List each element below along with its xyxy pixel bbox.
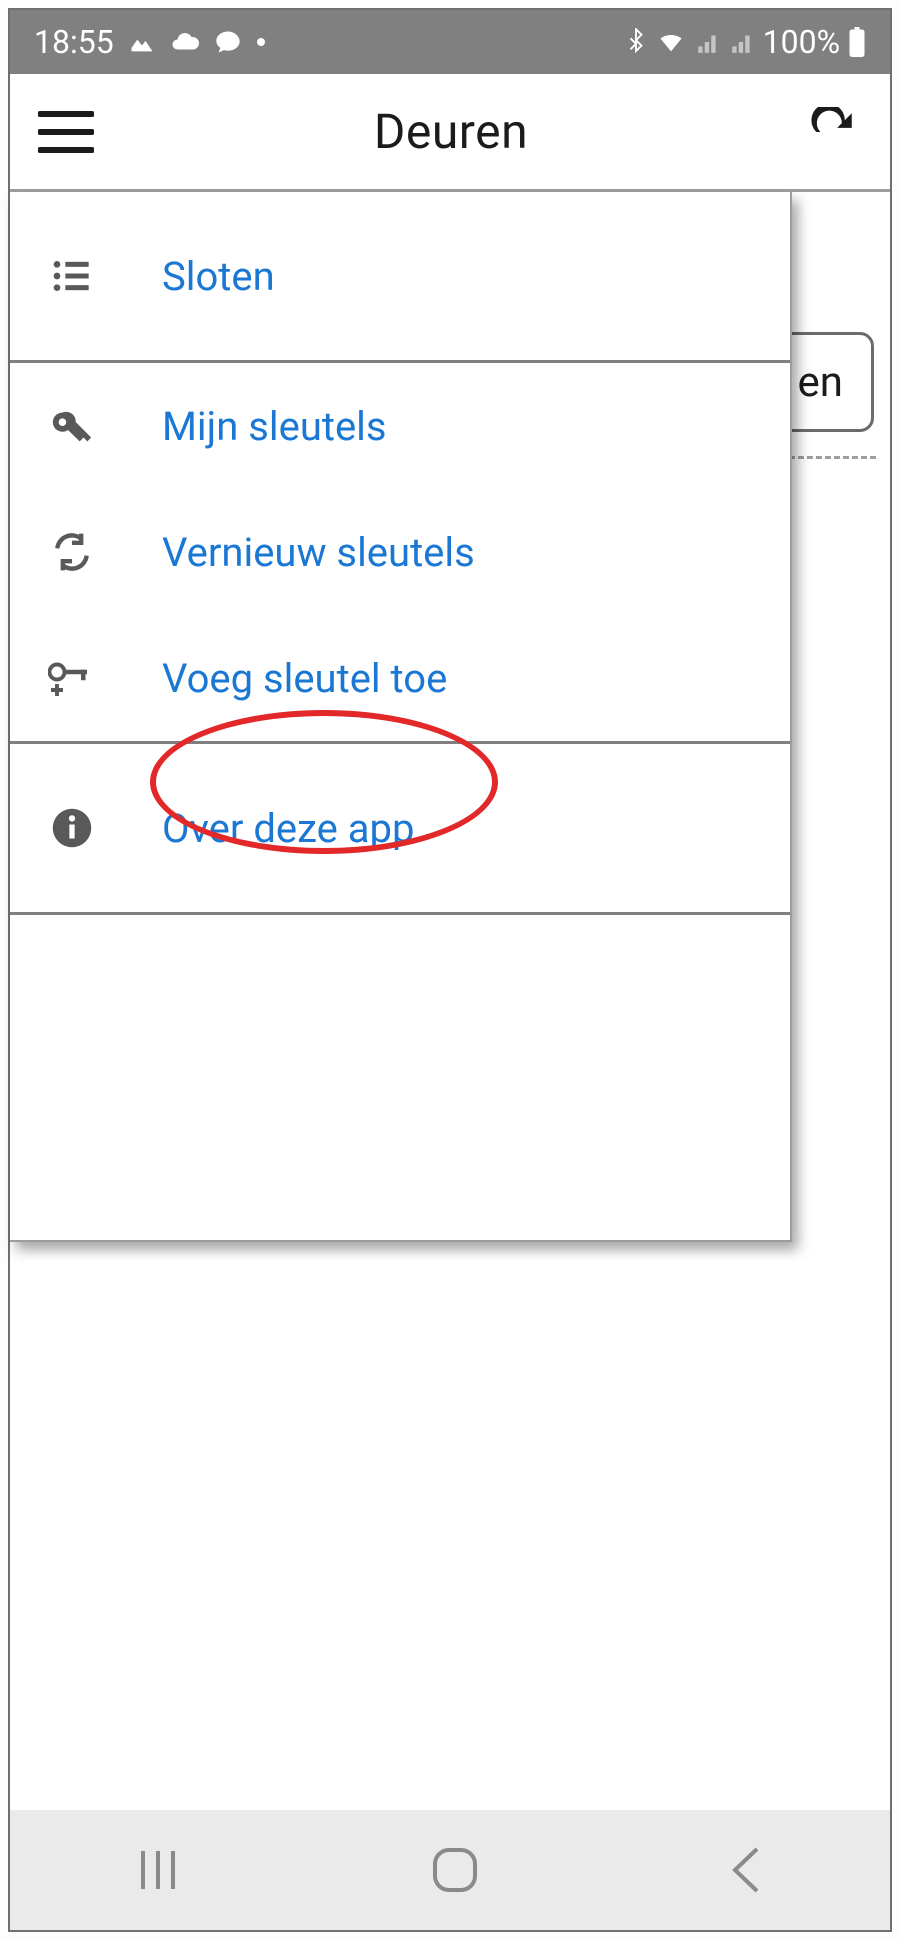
wifi-icon [655, 28, 687, 56]
navigation-drawer: Sloten Mijn sleutels Vernieuw sleutels [10, 192, 792, 1242]
cloud-icon [170, 27, 200, 57]
chat-icon [214, 28, 242, 56]
bluetooth-icon [625, 28, 647, 56]
android-nav-bar [10, 1810, 890, 1930]
key-icon [40, 403, 104, 449]
drawer-item-label: Voeg sleutel toe [162, 655, 447, 702]
app-header: Deuren [10, 74, 890, 192]
drawer-item-locks[interactable]: Sloten [10, 192, 790, 360]
dot-icon [256, 37, 266, 47]
drawer-item-about[interactable]: Over deze app [10, 744, 790, 912]
drawer-item-label: Mijn sleutels [162, 403, 387, 450]
battery-percent: 100% [763, 23, 840, 61]
page-title: Deuren [94, 103, 808, 160]
refresh-button[interactable] [808, 107, 858, 157]
drawer-item-my-keys[interactable]: Mijn sleutels [10, 363, 790, 489]
sync-icon [40, 530, 104, 574]
status-clock: 18:55 [34, 23, 114, 61]
status-right: 100% [625, 23, 866, 61]
list-icon [40, 256, 104, 296]
menu-button[interactable] [38, 109, 94, 155]
drawer-item-refresh-keys[interactable]: Vernieuw sleutels [10, 489, 790, 615]
background-button-label: en [798, 358, 843, 407]
signal-1-icon [695, 29, 721, 55]
page-body: en Sloten Mijn sleutels [10, 192, 890, 1810]
info-icon [40, 807, 104, 849]
activity-icon [128, 28, 156, 56]
nav-back-button[interactable] [725, 1843, 769, 1897]
drawer-section-keys: Mijn sleutels Vernieuw sleutels Voeg sle… [10, 363, 790, 744]
drawer-item-add-key[interactable]: Voeg sleutel toe [10, 615, 790, 741]
drawer-item-label: Vernieuw sleutels [162, 529, 475, 576]
nav-home-button[interactable] [427, 1842, 483, 1898]
drawer-section-about: Over deze app [10, 744, 790, 915]
android-status-bar: 18:55 [10, 10, 890, 74]
device-frame: 18:55 [8, 8, 892, 1932]
key-plus-icon [40, 657, 104, 699]
nav-recents-button[interactable] [131, 1843, 185, 1897]
drawer-section-locks: Sloten [10, 192, 790, 363]
battery-icon [848, 27, 866, 57]
status-left: 18:55 [34, 23, 266, 61]
drawer-item-label: Over deze app [162, 805, 414, 852]
signal-2-icon [729, 29, 755, 55]
drawer-item-label: Sloten [162, 253, 275, 300]
